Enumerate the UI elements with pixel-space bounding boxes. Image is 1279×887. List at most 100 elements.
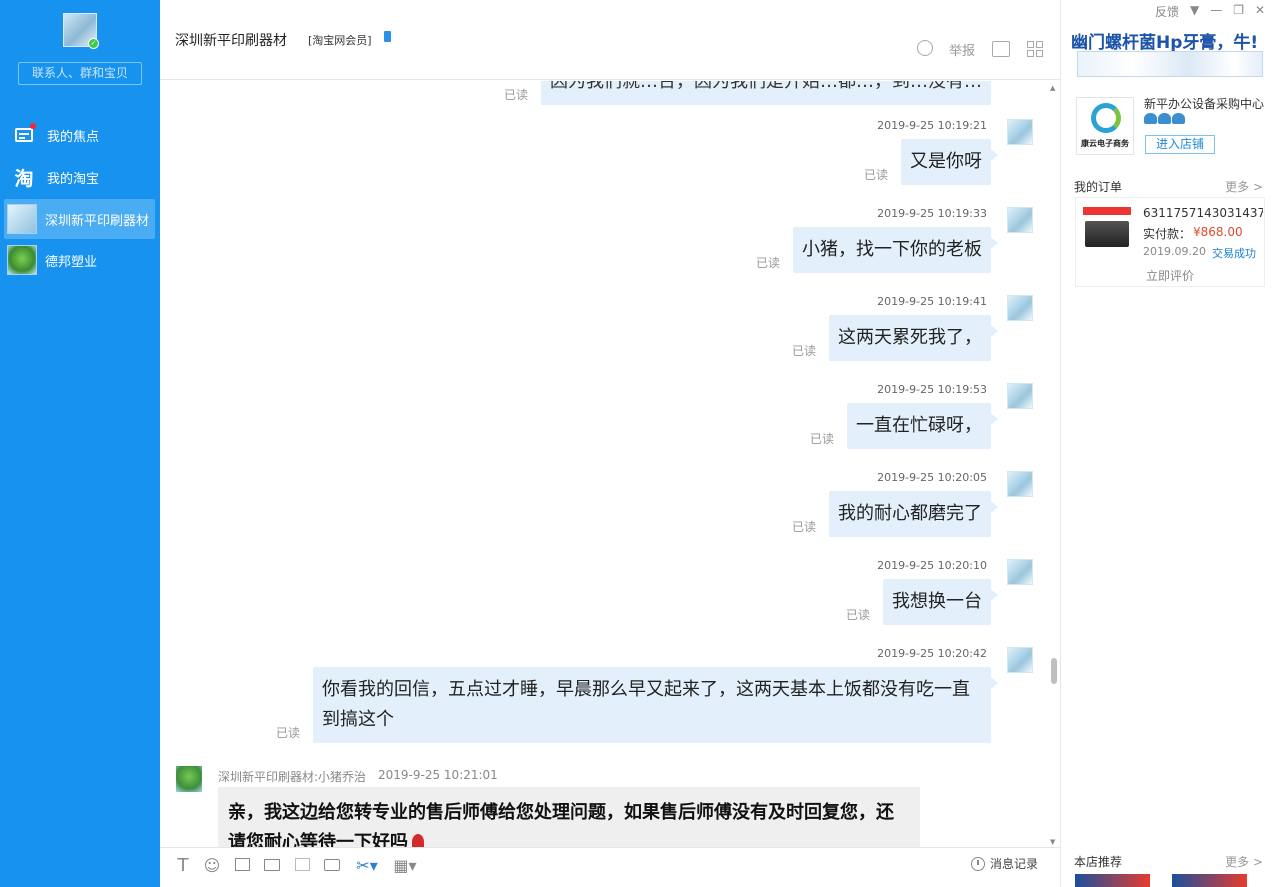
folder-icon[interactable] [263,857,281,875]
message-history-button[interactable]: 消息记录 [971,855,1038,872]
contact-avatar [7,245,37,275]
read-status: 已读 [792,520,817,534]
order-paid-label: 实付款： [1143,227,1192,241]
contact-label: 深圳新平印刷器材 [45,213,150,229]
seller-message-bubble[interactable]: 亲，我这边给您转专业的售后师傅给您处理问题，如果售后师傅没有及时回复您，还请您耐… [218,787,920,851]
image-icon[interactable] [233,857,251,875]
contact-shenzhen-xinping[interactable]: 深圳新平印刷器材 [4,199,155,239]
recommend-more-link[interactable]: 更多 > [1225,853,1263,870]
input-toolbar: T ☺ ✂▾ ▦▾ 消息记录 [160,847,1060,887]
order-amount: ¥868.00 [1193,225,1243,239]
add-contact-icon[interactable] [917,40,933,60]
scroll-thumb[interactable] [1051,658,1057,684]
message-bubble[interactable]: 我的耐心都磨完了 [829,491,998,537]
my-message-avatar [1007,295,1033,321]
message-item: 2019-9-25 10:19:41 这两天累死我了， 已读 [792,295,998,361]
message-bubble[interactable]: 小猪，找一下你的老板 [793,227,998,273]
my-avatar[interactable]: ✓ [63,13,99,49]
message-list[interactable]: 因为我们就…台，因为我们是开始…都…，到…没有… 已读 2019-9-25 10… [160,81,1060,847]
chat-header: 深圳新平印刷器材 [淘宝网会员] 举报 [160,0,1060,80]
nav-label: 我的焦点 [47,129,100,145]
orders-more-link[interactable]: 更多 > [1225,178,1263,195]
recommend-thumbnails[interactable] [1075,874,1247,887]
message-bubble[interactable]: 这两天累死我了， [829,315,998,361]
message-bubble[interactable]: 我想换一台 [883,579,998,625]
seller-name: 深圳新平印刷器材:小猪乔治 [218,770,367,784]
picture-icon[interactable] [293,857,311,875]
message-item: 2019-9-25 10:19:53 一直在忙碌呀， 已读 [810,383,998,449]
report-button[interactable]: 举报 [949,40,975,60]
order-card[interactable]: 631175714303143​70 实付款： ¥868.00 2019.09.… [1075,197,1265,287]
apps-grid-icon[interactable] [1027,41,1043,61]
store-logo[interactable]: 康云电子商务 [1076,97,1134,155]
left-sidebar: ✓ 联系人、群和宝贝 我的焦点 淘 我的淘宝 深圳新平印刷器材 德邦塑业 [0,0,160,887]
contact-label: 德邦塑业 [45,254,98,270]
enter-store-button[interactable]: 进入店铺 [1145,135,1215,154]
font-icon[interactable]: T [174,857,192,875]
close-icon[interactable]: ✕ [1255,3,1265,20]
message-time: 2019-9-25 10:19:41 [877,295,987,308]
order-status: 交易成功 [1212,247,1256,260]
my-message-avatar [1007,207,1033,233]
scroll-up-arrow-icon[interactable]: ▲ [1050,84,1055,92]
dropdown-icon[interactable]: ▼ [1190,3,1199,20]
ad-banner-image[interactable] [1077,51,1263,77]
history-label: 消息记录 [990,857,1039,871]
online-status-icon: ✓ [88,38,99,49]
transfer-icon[interactable] [992,41,1010,61]
restore-icon[interactable]: ❐ [1233,3,1244,20]
read-status: 已读 [756,256,781,270]
contact-debang[interactable]: 德邦塑业 [4,240,155,280]
message-time: 2019-9-25 10:19:21 [877,119,987,132]
chat-scrollbar[interactable]: ▲ ▼ [1050,84,1058,846]
ad-headline[interactable]: 幽门螺杆菌Hp牙膏，牛! [1071,28,1258,53]
more-tools-icon[interactable]: ▦▾ [392,857,418,875]
comment-icon[interactable] [323,857,341,875]
read-status: 已读 [846,608,871,622]
my-message-avatar [1007,559,1033,585]
feedback-button[interactable]: 反馈 [1155,3,1179,20]
order-number: 631175714303143​70 [1143,206,1263,220]
message-item: 2019-9-25 10:19:21 又是你呀 已读 [864,119,998,185]
seller-avatar[interactable] [176,766,202,792]
message-bubble[interactable]: 因为我们就…台，因为我们是开始…都…，到…没有… [541,81,991,105]
seller-message-text: 亲，我这边给您转专业的售后师傅给您处理问题，如果售后师傅没有及时回复您，还请您耐… [228,802,894,851]
read-status: 已读 [276,726,301,740]
read-status: 已读 [864,168,889,182]
minimize-icon[interactable]: — [1210,3,1222,20]
store-name[interactable]: 新平办公设备采购中心 [1144,95,1264,112]
message-bubble[interactable]: 一直在忙碌呀， [847,403,998,449]
chat-title: 深圳新平印刷器材 [175,33,287,49]
order-date: 2019.09.20 [1143,245,1206,258]
contact-avatar [7,204,37,234]
emoji-icon[interactable]: ☺ [203,857,221,875]
my-message-avatar [1007,647,1033,673]
scroll-down-arrow-icon[interactable]: ▼ [1050,838,1055,846]
contact-search-input[interactable]: 联系人、群和宝贝 [18,62,142,85]
member-tag: [淘宝网会员] [308,34,372,47]
store-rating-crowns-icon [1144,113,1185,124]
screenshot-scissors-icon[interactable]: ✂▾ [354,857,380,875]
my-message-avatar [1007,119,1033,145]
message-item: 2019-9-25 10:20:05 我的耐心都磨完了 已读 [792,471,998,537]
right-panel: 反馈 ▼ — ❐ ✕ 幽门螺杆菌Hp牙膏，牛! 康云电子商务 新平办公设备采购中… [1060,0,1279,887]
store-logo-text: 康云电子商务 [1081,139,1129,148]
nav-my-taobao[interactable]: 淘 我的淘宝 [4,157,155,197]
nav-my-focus[interactable]: 我的焦点 [4,115,155,155]
message-bubble[interactable]: 你看我的回信，五点过才睡，早晨那么早又起来了，这两天基本上饭都没有吃一直到搞这个 [313,667,998,743]
message-item: 2019-9-25 10:19:33 小猪，找一下你的老板 已读 [756,207,998,273]
clock-icon [971,856,985,871]
rate-now-link[interactable]: 立即评价 [1146,267,1194,284]
message-bubble[interactable]: 又是你呀 [901,139,998,185]
order-product-image[interactable] [1083,207,1131,257]
orders-title: 我的订单 [1074,180,1123,194]
nav-label: 我的淘宝 [47,171,100,187]
message-time: 2019-9-25 10:20:05 [877,471,987,484]
store-logo-icon [1091,103,1121,133]
message-time: 2019-9-25 10:19:53 [877,383,987,396]
message-time: 2019-9-25 10:19:33 [877,207,987,220]
read-status: 已读 [810,432,835,446]
my-message-avatar [1007,471,1033,497]
recommend-title: 本店推荐 [1074,855,1123,869]
focus-icon [11,122,37,148]
